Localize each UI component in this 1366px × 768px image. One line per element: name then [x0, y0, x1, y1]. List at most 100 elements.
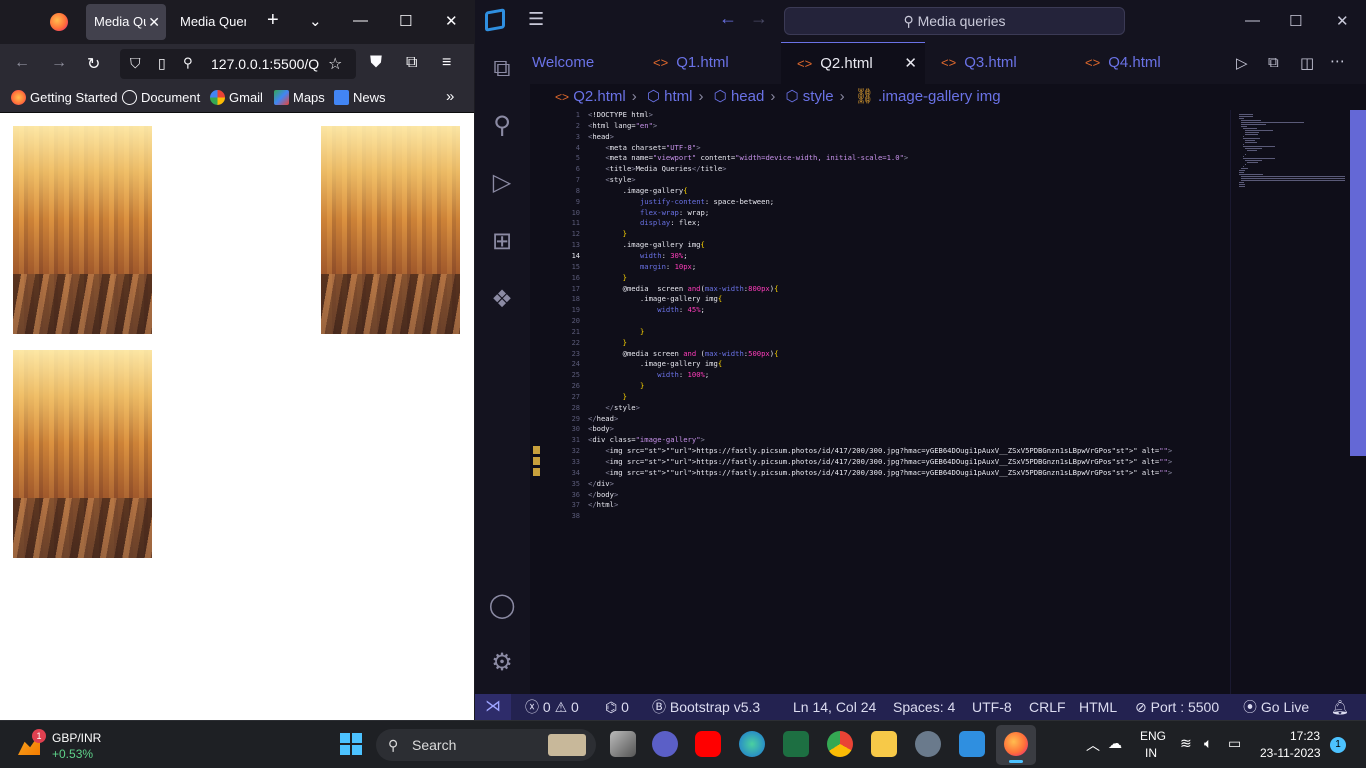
close-window-icon[interactable]: ✕ [1336, 12, 1349, 30]
tab-media-queries[interactable]: Media Queri [172, 4, 246, 40]
bookmark-document[interactable]: Document [122, 90, 200, 105]
youtube-icon[interactable] [695, 731, 721, 757]
code-line[interactable]: <meta charset="UTF-8"> [588, 143, 1228, 154]
code-line[interactable]: } [588, 229, 1228, 240]
url-text[interactable]: 127.0.0.1:5500/Q [211, 56, 319, 72]
extensions-icon[interactable]: ⊞ [487, 227, 517, 257]
teams-chat-icon[interactable] [652, 731, 678, 757]
forward-arrow-icon[interactable]: → [51, 54, 67, 72]
language-bottom[interactable]: IN [1145, 746, 1157, 760]
clock-time[interactable]: 17:23 [1290, 729, 1320, 743]
code-editor[interactable]: 1 2 3 4 5 6 7 8 9 10 11 12 13 14 15 16 17 18 19 20 21 22 23 24 2… [530, 110, 1230, 694]
code-line[interactable]: <body> [588, 424, 1228, 435]
volume-icon[interactable]: 🔈︎ [1204, 735, 1212, 752]
shield-icon[interactable]: ⛉ [130, 55, 141, 72]
code-line[interactable]: <img src="st">""url">https://fastly.pics… [588, 446, 1228, 457]
close-tab-icon[interactable]: ✕ [904, 43, 917, 85]
edge-icon[interactable] [739, 731, 765, 757]
code-line[interactable]: display: flex; [588, 218, 1228, 229]
problems-indicator[interactable]: ⓧ 0 ⚠ 0 [525, 694, 579, 720]
ports-indicator[interactable]: ⌬ 0 [605, 694, 629, 720]
breadcrumb-item[interactable]: Q2.html [573, 88, 626, 105]
maximize-icon[interactable]: ☐ [1289, 12, 1302, 30]
code-line[interactable]: <meta name="viewport" content="width=dev… [588, 153, 1228, 164]
search-icon[interactable]: ⚲ [487, 111, 517, 141]
code-line[interactable]: flex-wrap: wrap; [588, 208, 1228, 219]
language-top[interactable]: ENG [1140, 729, 1166, 743]
code-line[interactable]: <img src="st">""url">https://fastly.pics… [588, 457, 1228, 468]
tab-q1[interactable]: <> Q1.html [637, 42, 781, 84]
breadcrumb-item[interactable]: style [803, 88, 834, 105]
code-line[interactable]: </style> [588, 403, 1228, 414]
more-actions-icon[interactable]: ⋯ [1330, 52, 1345, 70]
code-line[interactable]: width: 45%; [588, 305, 1228, 316]
live-server-port[interactable]: ⊘ Port : 5500 [1135, 694, 1219, 720]
tab-q4[interactable]: <> Q4.html [1069, 42, 1199, 84]
code-line[interactable]: </body> [588, 490, 1228, 501]
firefox-icon[interactable] [50, 13, 68, 31]
new-tab-icon[interactable]: + [267, 9, 279, 32]
wifi-icon[interactable]: ≋ [1180, 735, 1192, 752]
minimize-icon[interactable]: — [353, 12, 368, 29]
task-view-icon[interactable] [610, 731, 636, 757]
tab-welcome[interactable]: Welcome [530, 42, 637, 84]
code-line[interactable]: .image-gallery img{ [588, 359, 1228, 370]
tab-media-queries-active[interactable]: Media Qu ✕ [86, 4, 166, 40]
code-line[interactable]: <div class="image-gallery"> [588, 435, 1228, 446]
cloud-offline-icon[interactable]: ☁ [1108, 735, 1122, 752]
weather-widget[interactable]: 1 GBP/INR +0.53% [18, 729, 128, 763]
run-icon[interactable]: ▷ [1236, 54, 1248, 72]
breadcrumb-item[interactable]: .image-gallery img [878, 88, 1001, 105]
split-editor-icon[interactable]: ◫ [1300, 54, 1314, 72]
code-line[interactable]: <head> [588, 132, 1228, 143]
code-line[interactable]: margin: 10px; [588, 262, 1228, 273]
code-line[interactable] [588, 511, 1228, 522]
forward-arrow-icon[interactable]: → [750, 8, 768, 29]
close-window-icon[interactable]: ✕ [445, 12, 458, 30]
extensions-icon[interactable]: ⧉ [406, 54, 417, 72]
code-line[interactable]: <img src="st">""url">https://fastly.pics… [588, 468, 1228, 479]
settings-gear-icon[interactable] [915, 731, 941, 757]
code-lines[interactable]: <!DOCTYPE html> <html lang="en"> <head> <m… [588, 110, 1228, 522]
indentation[interactable]: Spaces: 4 [893, 694, 955, 720]
code-line[interactable]: width: 30%; [588, 251, 1228, 262]
back-arrow-icon[interactable]: ← [719, 8, 737, 29]
bookmark-getting-started[interactable]: Getting Started [11, 90, 117, 105]
bootstrap-indicator[interactable]: Ⓑ Bootstrap v5.3 [652, 694, 760, 720]
code-line[interactable]: } [588, 392, 1228, 403]
code-line[interactable]: </head> [588, 414, 1228, 425]
back-arrow-icon[interactable]: ← [14, 54, 30, 72]
run-debug-icon[interactable]: ▷ [487, 168, 517, 198]
code-line[interactable]: <title>Media Queries</title> [588, 164, 1228, 175]
code-line[interactable]: width: 100%; [588, 370, 1228, 381]
tab-q3[interactable]: <> Q3.html [925, 42, 1069, 84]
code-line[interactable] [588, 316, 1228, 327]
command-search-input[interactable]: ⚲ Media queries [784, 7, 1125, 35]
figma-icon[interactable]: ❖ [487, 285, 517, 315]
code-line[interactable]: } [588, 273, 1228, 284]
bookmark-star-icon[interactable]: ☆ [328, 54, 342, 74]
bookmark-maps[interactable]: Maps [274, 90, 325, 105]
show-hidden-icons-chevron-icon[interactable]: ︿ [1086, 735, 1100, 755]
tab-list-chevron-icon[interactable]: ⌄ [309, 12, 322, 30]
pocket-icon[interactable]: ⛊ [370, 54, 382, 72]
code-line[interactable]: @media screen and(max-width:800px){ [588, 284, 1228, 295]
code-line[interactable]: justify-content: space-between; [588, 197, 1228, 208]
bookmark-news[interactable]: News [334, 90, 386, 105]
notification-badge[interactable]: 1 [1330, 737, 1346, 753]
bookmark-gmail[interactable]: Gmail [210, 90, 263, 105]
battery-icon[interactable]: ▭ [1228, 735, 1241, 752]
start-windows-icon[interactable] [340, 733, 362, 755]
code-line[interactable]: <html lang="en"> [588, 121, 1228, 132]
open-preview-icon[interactable]: ⧉ [1268, 54, 1279, 71]
menu-icon[interactable]: ≡ [442, 54, 451, 72]
code-line[interactable]: .image-gallery img{ [588, 294, 1228, 305]
more-bookmarks-chevron-icon[interactable]: » [446, 88, 454, 105]
reload-icon[interactable]: ↻ [87, 54, 100, 74]
vscode-icon[interactable] [959, 731, 985, 757]
site-info-icon[interactable]: ⚲ [183, 55, 193, 71]
close-tab-icon[interactable]: ✕ [148, 4, 160, 40]
minimap[interactable] [1230, 110, 1366, 694]
code-line[interactable]: } [588, 327, 1228, 338]
maximize-icon[interactable]: ☐ [399, 12, 412, 30]
